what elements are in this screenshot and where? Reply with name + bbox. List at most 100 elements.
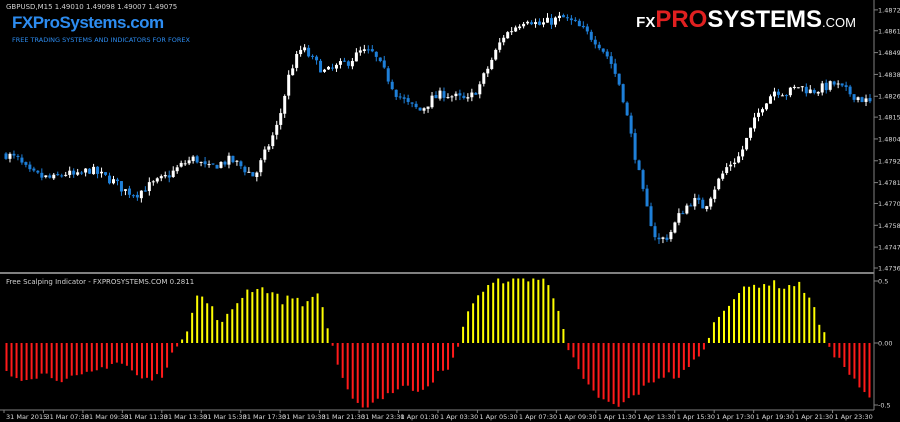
bear-candle (378, 57, 382, 62)
bear-candle (617, 73, 621, 85)
bull-candle (362, 49, 366, 52)
bear-candle (88, 168, 92, 174)
bull-candle (155, 178, 159, 182)
bull-candle (490, 59, 494, 69)
price-tick-label: 1.47360 (878, 265, 900, 273)
bull-candle (713, 189, 717, 199)
bear-candle (569, 18, 573, 21)
bear-candle (474, 92, 478, 95)
bear-candle (605, 51, 609, 57)
bear-candle (832, 81, 836, 85)
bear-candle (32, 168, 36, 171)
bear-candle (852, 94, 856, 100)
bull-candle (287, 74, 291, 96)
bull-candle (207, 164, 211, 166)
bull-candle (183, 163, 187, 165)
bear-candle (203, 161, 207, 165)
time-tick-label: 31 Mar 2015 (6, 413, 47, 421)
bull-candle (545, 17, 549, 23)
bear-candle (342, 60, 346, 62)
bull-candle (291, 68, 295, 76)
bull-candle (68, 170, 72, 175)
bear-candle (398, 96, 402, 98)
time-tick-label: 1 Apr 15:30 (677, 413, 715, 421)
bull-candle (518, 26, 522, 29)
bull-candle (836, 83, 840, 85)
price-tick-label: 1.47925 (878, 157, 900, 165)
bear-candle (80, 172, 84, 174)
bear-candle (641, 170, 645, 189)
bear-candle (573, 19, 577, 21)
bear-candle (418, 107, 422, 111)
indicator-tick-label: 0.00 (878, 340, 892, 348)
bear-candle (382, 60, 386, 68)
time-tick-label: 1 Apr 13:30 (637, 413, 675, 421)
bear-candle (577, 20, 581, 27)
time-tick-label: 1 Apr 01:30 (401, 413, 439, 421)
time-tick-label: 31 Mar 09:30 (85, 413, 128, 421)
indicator-tick-label: 0.5 (878, 278, 888, 286)
bull-candle (151, 181, 155, 183)
bull-candle (486, 68, 490, 74)
bear-candle (414, 103, 418, 108)
trading-chart[interactable]: 1.48720 1.48610 1.48495 1.48380 1.48265 1.481… (0, 0, 900, 422)
bear-candle (649, 206, 653, 227)
bull-candle (163, 175, 167, 177)
bull-candle (466, 97, 470, 99)
price-tick-label: 1.47585 (878, 222, 900, 230)
logo-suffix: .COM (822, 15, 856, 30)
bull-candle (792, 86, 796, 89)
bull-candle (673, 222, 677, 233)
bull-candle (721, 173, 725, 179)
bull-candle (470, 92, 474, 98)
time-tick-label: 1 Apr 05:30 (479, 413, 517, 421)
bear-candle (434, 95, 438, 99)
price-tick-label: 1.48610 (878, 27, 900, 35)
bear-candle (108, 175, 112, 184)
bear-candle (462, 95, 466, 98)
bull-candle (259, 160, 263, 173)
bear-candle (681, 213, 685, 215)
bear-candle (458, 93, 462, 96)
bull-candle (279, 113, 283, 125)
bull-candle (669, 231, 673, 240)
bear-candle (601, 48, 605, 52)
bull-candle (275, 124, 279, 135)
bear-candle (195, 156, 199, 163)
bull-candle (295, 53, 299, 68)
bull-candle (323, 69, 327, 72)
bull-candle (44, 175, 48, 178)
bull-candle (661, 237, 665, 239)
bull-candle (283, 95, 287, 114)
indicator-label: Free Scalping Indicator - FXPROSYSTEMS.C… (6, 278, 195, 286)
bull-candle (816, 91, 820, 94)
bear-candle (167, 175, 171, 178)
bear-candle (135, 194, 139, 198)
bull-candle (147, 182, 151, 192)
logo-pro: PRO (655, 6, 708, 33)
bull-candle (255, 172, 259, 177)
bull-candle (522, 23, 526, 27)
bear-candle (442, 91, 446, 98)
bull-candle (677, 213, 681, 223)
bear-candle (784, 95, 788, 97)
bull-candle (553, 17, 557, 25)
bull-candle (709, 198, 713, 207)
bull-candle (749, 127, 753, 138)
bull-candle (498, 42, 502, 50)
bear-candle (689, 205, 693, 207)
bear-candle (657, 237, 661, 240)
bear-candle (406, 98, 410, 102)
bull-candle (685, 205, 689, 214)
bull-candle (510, 31, 514, 33)
price-tick-label: 1.48495 (878, 49, 900, 57)
bull-candle (725, 167, 729, 173)
bull-candle (267, 146, 271, 150)
bull-candle (334, 64, 338, 69)
bear-candle (589, 31, 593, 40)
bear-candle (307, 47, 311, 57)
bull-candle (235, 160, 239, 162)
bear-candle (72, 170, 76, 175)
bull-candle (478, 84, 482, 95)
brand-title: FXProSystems.com (12, 13, 164, 32)
